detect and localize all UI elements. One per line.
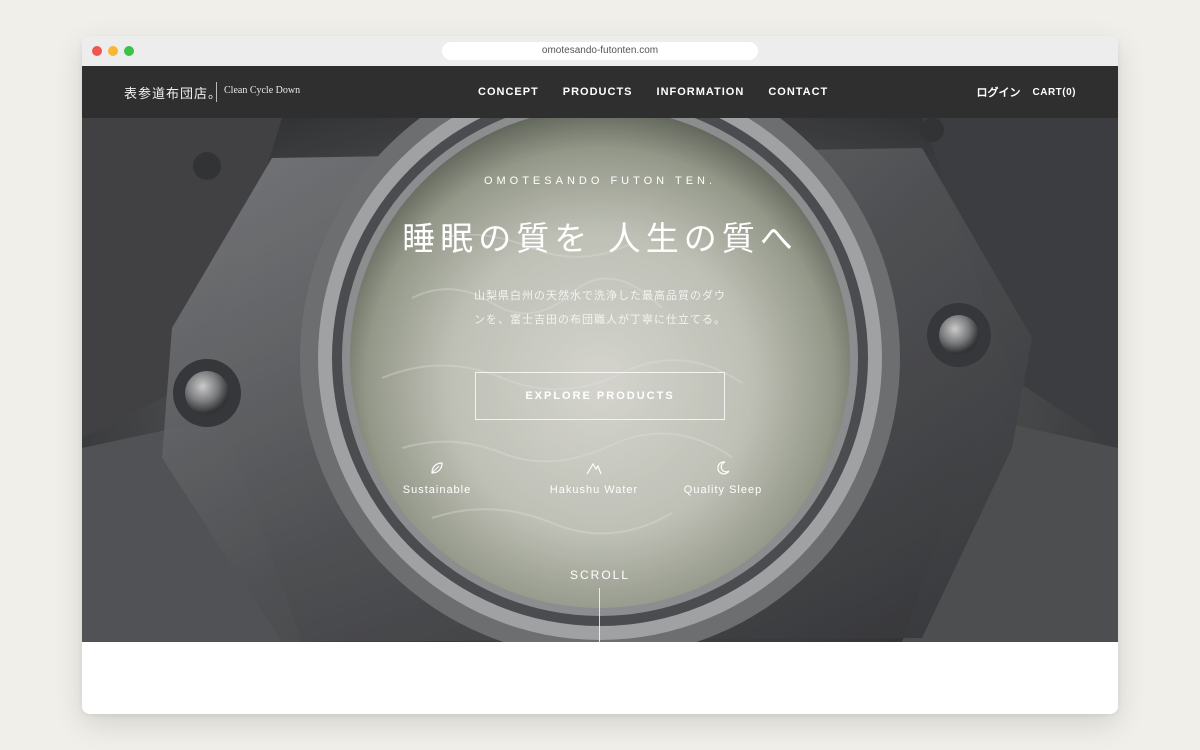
maximize-window-button[interactable] bbox=[124, 46, 134, 56]
logo-tagline[interactable]: Clean Cycle Down bbox=[224, 85, 300, 96]
nav-concept[interactable]: CONCEPT bbox=[478, 86, 539, 98]
site-header: 表参道布団店。 Clean Cycle Down CONCEPT PRODUCT… bbox=[82, 66, 1118, 118]
main-menu: CONCEPT PRODUCTS INFORMATION CONTACT bbox=[478, 66, 852, 118]
mountain-icon bbox=[586, 462, 602, 475]
nav-products[interactable]: PRODUCTS bbox=[563, 86, 633, 98]
minimize-window-button[interactable] bbox=[108, 46, 118, 56]
scroll-indicator-label[interactable]: SCROLL bbox=[82, 568, 1118, 582]
leaf-icon bbox=[431, 462, 443, 474]
account-nav: ログイン CART(0) bbox=[977, 66, 1077, 118]
feature-hakushu-water-label: Hakushu Water bbox=[549, 484, 639, 496]
logo-divider bbox=[216, 82, 217, 102]
hero-subtext-line-2: ンを、富士吉田の布団職人が丁寧に仕立てる。 bbox=[474, 313, 726, 326]
browser-window: omotesando-futonten.com 表参道布団店。 Clean Cy… bbox=[82, 36, 1118, 714]
feature-hakushu-water: Hakushu Water bbox=[539, 460, 649, 498]
hero-headline: 睡眠の質を 人生の質へ bbox=[402, 219, 798, 258]
hero-subtext: 山梨県白州の天然水で洗浄した最高品質のダウ ンを、富士吉田の布団職人が丁寧に仕立… bbox=[82, 284, 1118, 332]
browser-titlebar: omotesando-futonten.com bbox=[82, 36, 1118, 66]
close-window-button[interactable] bbox=[92, 46, 102, 56]
moon-icon bbox=[717, 461, 730, 475]
explore-products-button[interactable]: EXPLORE PRODUCTS bbox=[475, 372, 725, 420]
hero-subtext-line-1: 山梨県白州の天然水で洗浄した最高品質のダウ bbox=[474, 289, 726, 302]
feature-sustainable-label: Sustainable bbox=[402, 484, 472, 496]
nav-contact[interactable]: CONTACT bbox=[768, 86, 828, 98]
content-area bbox=[82, 642, 1118, 714]
logo-japanese[interactable]: 表参道布団店。 bbox=[124, 83, 222, 102]
cart-link[interactable]: CART(0) bbox=[1033, 87, 1077, 98]
feature-quality-sleep-label: Quality Sleep bbox=[683, 484, 763, 496]
feature-sustainable: Sustainable bbox=[382, 460, 492, 498]
nav-information[interactable]: INFORMATION bbox=[657, 86, 745, 98]
scroll-indicator-line bbox=[599, 588, 600, 642]
hero-brand: OMOTESANDO FUTON TEN. bbox=[483, 175, 717, 187]
hero-section: OMOTESANDO FUTON TEN. 睡眠の質を 人生の質へ 山梨県白州の… bbox=[82, 118, 1118, 642]
login-link[interactable]: ログイン bbox=[977, 84, 1021, 100]
address-bar[interactable]: omotesando-futonten.com bbox=[442, 42, 758, 60]
feature-quality-sleep: Quality Sleep bbox=[668, 460, 778, 498]
